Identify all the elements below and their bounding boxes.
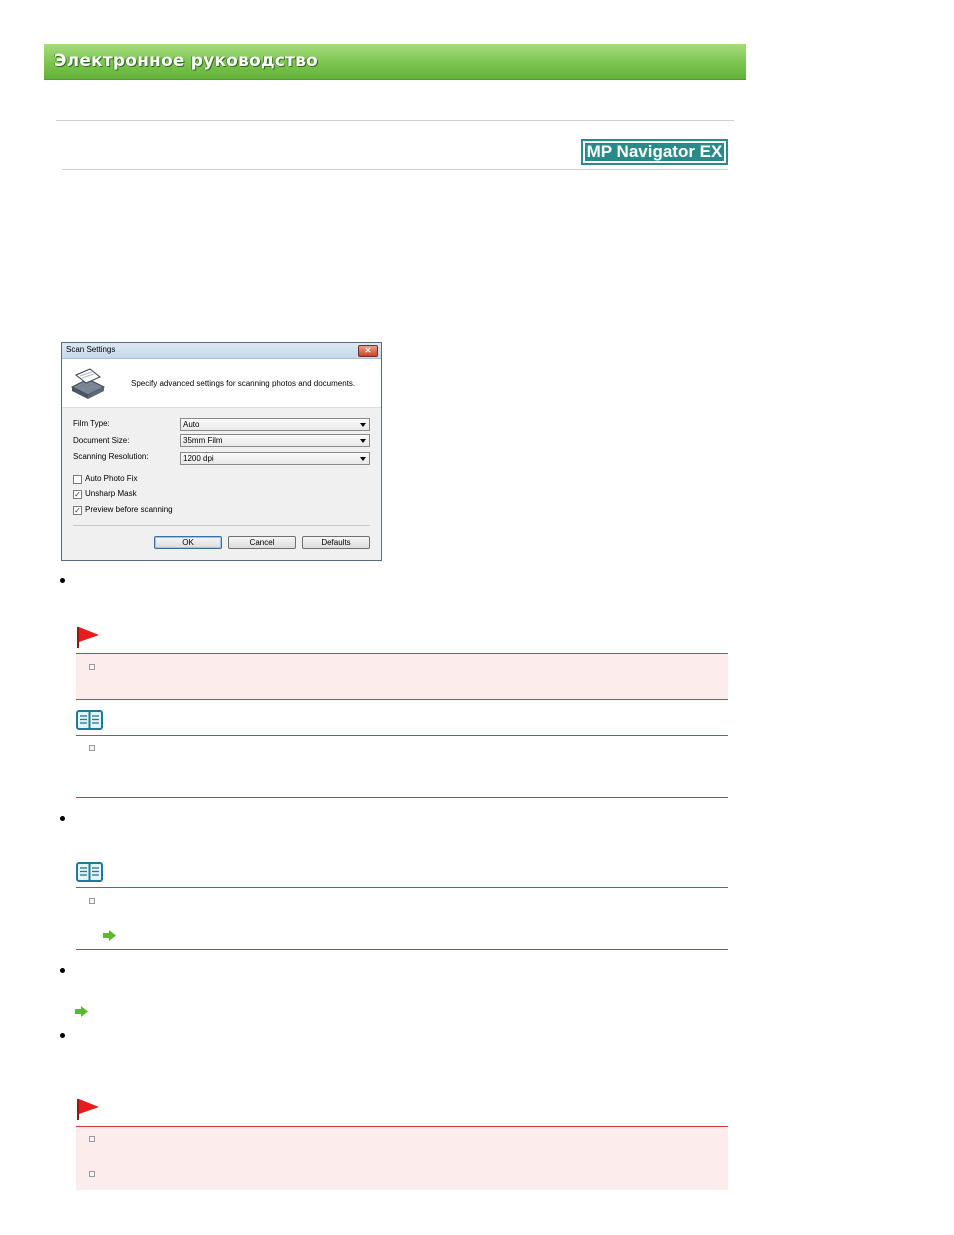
note-top-rule bbox=[76, 735, 728, 736]
list-square bbox=[89, 745, 95, 751]
ok-button[interactable]: OK bbox=[154, 536, 222, 549]
dialog-title-bar: Scan Settings ✕ bbox=[62, 343, 381, 359]
unsharp-mask-checkbox[interactable]: ✓ bbox=[73, 490, 82, 499]
list-square bbox=[89, 1136, 95, 1142]
scanning-resolution-label: Scanning Resolution: bbox=[73, 452, 149, 461]
important-top-rule bbox=[76, 653, 728, 654]
list-square bbox=[89, 898, 95, 904]
manual-banner: Электронное руководство bbox=[44, 44, 746, 80]
list-square bbox=[89, 664, 95, 670]
dialog-description: Specify advanced settings for scanning p… bbox=[131, 379, 356, 388]
chevron-down-icon bbox=[360, 457, 366, 461]
note-bottom-rule bbox=[76, 949, 728, 950]
chevron-down-icon bbox=[360, 439, 366, 443]
auto-photo-fix-checkbox[interactable] bbox=[73, 475, 82, 484]
important-box bbox=[76, 654, 728, 699]
cancel-button[interactable]: Cancel bbox=[228, 536, 296, 549]
scanning-resolution-value: 1200 dpi bbox=[183, 454, 214, 463]
scanner-icon bbox=[70, 368, 106, 399]
note-top-rule bbox=[76, 887, 728, 888]
important-top-rule bbox=[76, 1126, 728, 1127]
film-type-label: Film Type: bbox=[73, 419, 110, 428]
bullet bbox=[60, 816, 65, 821]
film-type-value: Auto bbox=[183, 420, 200, 429]
unsharp-mask-label: Unsharp Mask bbox=[85, 489, 137, 498]
product-logo: MP Navigator EX bbox=[581, 139, 728, 165]
auto-photo-fix-label: Auto Photo Fix bbox=[85, 474, 138, 483]
preview-before-scanning-checkbox[interactable]: ✓ bbox=[73, 506, 82, 515]
close-icon[interactable]: ✕ bbox=[358, 345, 378, 357]
important-box bbox=[76, 1127, 728, 1190]
bullet bbox=[60, 578, 65, 583]
dialog-header: Specify advanced settings for scanning p… bbox=[62, 359, 381, 408]
chevron-down-icon bbox=[360, 423, 366, 427]
document-size-select[interactable]: 35mm Film bbox=[180, 434, 370, 447]
banner-title: Электронное руководство bbox=[54, 51, 318, 71]
dialog-title: Scan Settings bbox=[66, 345, 116, 354]
flag-icon bbox=[77, 1099, 99, 1120]
scan-settings-dialog: Scan Settings ✕ Specify advanced setting… bbox=[61, 342, 382, 561]
dialog-separator bbox=[73, 525, 370, 526]
note-book-icon bbox=[76, 710, 103, 730]
bullet bbox=[60, 1033, 65, 1038]
header-divider bbox=[62, 169, 728, 170]
arrow-right-icon[interactable] bbox=[103, 930, 116, 941]
top-divider bbox=[56, 120, 734, 121]
document-size-value: 35mm Film bbox=[183, 436, 223, 445]
scanning-resolution-select[interactable]: 1200 dpi bbox=[180, 452, 370, 465]
document-size-label: Document Size: bbox=[73, 436, 130, 445]
bullet bbox=[60, 968, 65, 973]
defaults-button[interactable]: Defaults bbox=[302, 536, 370, 549]
film-type-select[interactable]: Auto bbox=[180, 418, 370, 431]
note-bottom-rule bbox=[76, 797, 728, 798]
product-logo-text: MP Navigator EX bbox=[585, 142, 724, 161]
note-book-icon bbox=[76, 862, 103, 882]
important-bottom-rule bbox=[76, 699, 728, 700]
flag-icon bbox=[77, 627, 99, 648]
list-square bbox=[89, 1171, 95, 1177]
preview-before-scanning-label: Preview before scanning bbox=[85, 505, 173, 514]
arrow-right-icon[interactable] bbox=[75, 1006, 88, 1017]
